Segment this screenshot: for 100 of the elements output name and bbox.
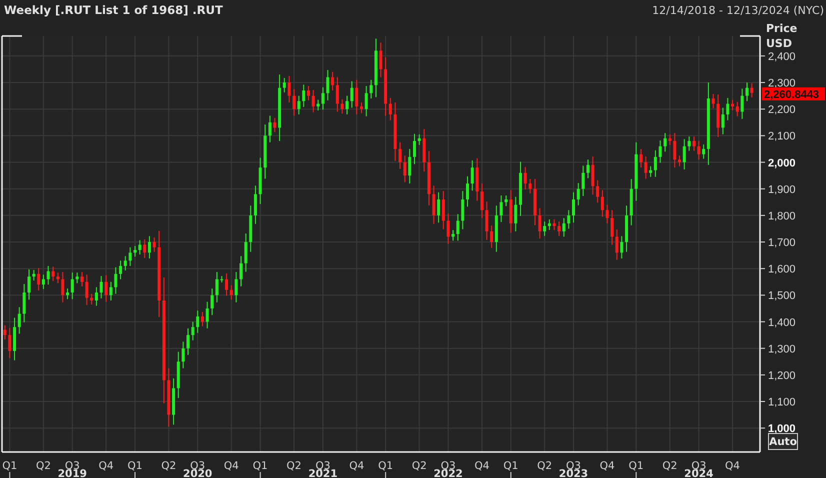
axis-label: Q1 <box>128 460 142 472</box>
axis-label: Q2 <box>161 460 176 472</box>
candle <box>591 156 594 196</box>
axis-label: Q4 <box>98 460 114 472</box>
candle <box>408 148 412 184</box>
axis-label: 1,900 <box>768 184 796 196</box>
candle <box>100 276 103 299</box>
axis-label: Q4 <box>474 460 490 472</box>
candle <box>552 218 556 231</box>
candle <box>750 82 754 98</box>
candle <box>138 240 142 255</box>
candle <box>32 269 36 282</box>
candle <box>519 161 522 216</box>
axis-label: 1,600 <box>768 264 796 276</box>
axis-label: 1,800 <box>768 210 796 222</box>
candle <box>22 284 26 323</box>
candle <box>312 89 315 113</box>
axis-label: 2,400 <box>768 50 796 63</box>
date-range: 12/14/2018 - 12/13/2024 (NYC) <box>652 4 824 16</box>
candle <box>182 341 185 369</box>
axis-unit: USD <box>766 37 792 50</box>
axis-label: 1,300 <box>768 343 796 356</box>
candle <box>134 246 136 258</box>
candle <box>576 182 580 206</box>
candle <box>500 195 503 223</box>
candle <box>466 176 469 208</box>
candle <box>432 185 436 224</box>
candle <box>28 268 30 300</box>
axis-label: Q1 <box>503 460 518 472</box>
candle <box>360 102 363 114</box>
candle <box>234 272 238 303</box>
axis-label: Q1 <box>378 460 394 472</box>
candle <box>46 265 50 286</box>
candle <box>85 274 88 306</box>
candle <box>697 140 700 160</box>
axis-label: 2,100 <box>768 130 796 143</box>
candle <box>76 272 79 284</box>
candle <box>8 327 12 359</box>
candle <box>606 204 609 224</box>
candle <box>364 85 368 117</box>
axis-label: Q1 <box>2 460 18 472</box>
candle <box>740 88 744 120</box>
axis-label: Q2 <box>537 460 552 472</box>
candle <box>186 328 190 356</box>
candle <box>3 324 6 340</box>
axis-label: Q2 <box>286 460 302 472</box>
candle <box>191 321 194 341</box>
candle <box>413 133 416 165</box>
candle <box>128 246 132 266</box>
candle <box>485 201 488 240</box>
axis-label: Q4 <box>349 460 364 472</box>
candle <box>572 192 575 224</box>
candle <box>688 136 691 152</box>
candle <box>288 75 291 103</box>
candle <box>220 276 224 283</box>
axis-label: Q2 <box>412 460 427 472</box>
axis-label: 1,700 <box>768 237 796 249</box>
candle <box>206 301 209 329</box>
chart-title: Weekly [.RUT List 1 of 1968] .RUT <box>4 3 223 17</box>
candle <box>620 236 624 259</box>
candle <box>470 160 474 192</box>
candle <box>355 79 358 115</box>
candle <box>326 70 330 101</box>
axis-label: 1,500 <box>768 290 796 302</box>
candle <box>658 140 662 164</box>
candle <box>61 272 64 303</box>
axis-label: 1,000 <box>768 423 796 436</box>
candle <box>746 82 748 102</box>
axis-label: 1,400 <box>768 316 796 329</box>
axis-label: Q4 <box>725 460 740 472</box>
axis-label: Q2 <box>36 460 51 472</box>
candle <box>514 196 518 232</box>
axis-label: Q2 <box>662 460 678 472</box>
candle <box>80 272 84 287</box>
axis-title: Price <box>766 22 798 35</box>
candle <box>273 117 276 133</box>
candle <box>240 256 242 287</box>
candle <box>644 156 648 180</box>
candle <box>114 266 118 294</box>
candle <box>379 42 382 78</box>
candle <box>418 134 421 146</box>
candle <box>258 157 262 204</box>
candle <box>567 210 570 230</box>
candle <box>524 166 527 190</box>
candle <box>726 97 730 121</box>
axis-label: 2,200 <box>768 104 796 116</box>
candle <box>712 93 715 109</box>
candle <box>167 368 170 428</box>
candle <box>461 190 464 230</box>
axis-label: Q1 <box>252 460 268 472</box>
candle <box>692 136 696 152</box>
axis-label: 2,300 <box>768 78 796 90</box>
candle <box>152 237 156 252</box>
auto-button[interactable]: Auto <box>768 433 798 450</box>
candle <box>673 132 676 168</box>
axis-label: 1,200 <box>768 370 796 382</box>
candle <box>446 213 450 244</box>
candle <box>340 98 344 114</box>
candle <box>538 208 542 240</box>
axis-label: 2,000 <box>768 157 796 170</box>
